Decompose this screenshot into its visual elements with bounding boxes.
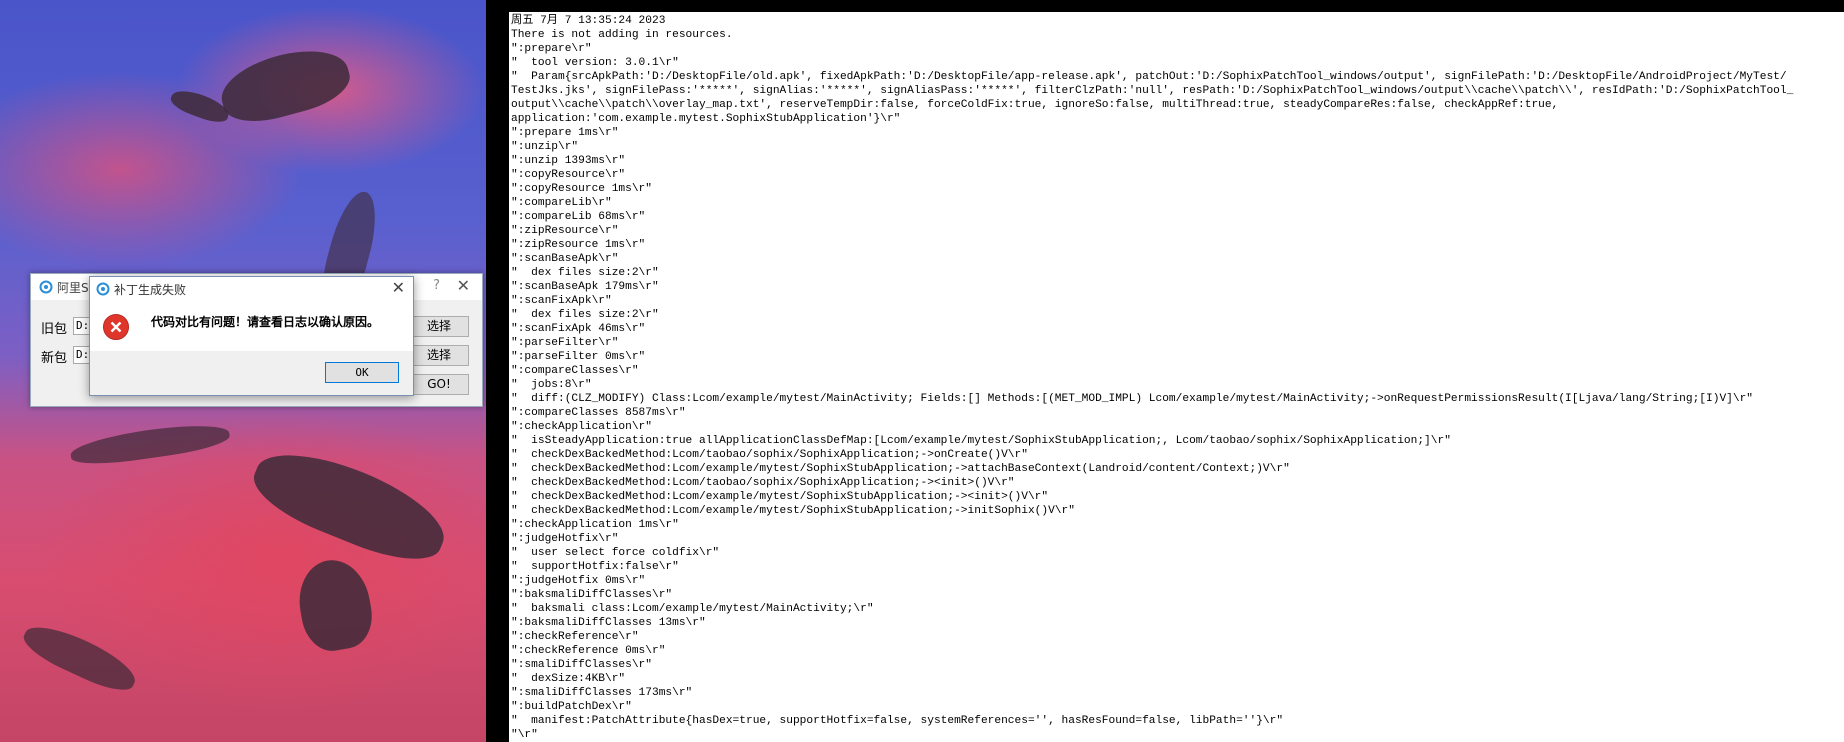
wallpaper-bird [244,435,456,575]
console-line: ":copyResource\r" [511,169,626,181]
console-line: ":parseFilter 0ms\r" [511,351,646,363]
app-icon [39,280,53,294]
console-line: " dexSize:4KB\r" [511,673,626,685]
console-line: ":compareLib\r" [511,197,612,209]
console-line: ":unzip\r" [511,141,579,153]
error-message: 代码对比有问题！请查看日志以确认原因。 [151,315,380,329]
tool-window-title: 阿里S [57,281,89,295]
console-line: ":scanFixApk 46ms\r" [511,323,646,335]
console-line: ":smaliDiffClasses\r" [511,659,652,671]
console-line: "\r" [511,729,538,741]
wallpaper-bird [68,419,232,469]
console-line: There is not adding in resources. [511,29,733,41]
wallpaper-bird [18,616,142,699]
console-line: ":checkApplication\r" [511,421,652,433]
console-line: " checkDexBackedMethod:Lcom/example/myte… [511,505,1075,517]
console-line: " isSteadyApplication:true allApplicatio… [511,435,1451,447]
close-icon[interactable]: ✕ [457,276,470,295]
wallpaper-bird [292,554,378,656]
console-line: " checkDexBackedMethod:Lcom/taobao/sophi… [511,477,1015,489]
ok-button[interactable]: OK [325,362,399,383]
error-dialog-body: 代码对比有问题！请查看日志以确认原因。 [90,301,413,351]
console-line: ":judgeHotfix\r" [511,533,619,545]
console-line: application:'com.example.mytest.SophixSt… [511,113,901,125]
console-line: ":compareClasses\r" [511,365,639,377]
error-dialog-titlebar: 补丁生成失败 ✕ [90,277,413,301]
console-line: ":checkReference 0ms\r" [511,645,666,657]
console-line: " dex files size:2\r" [511,309,659,321]
console-line: ":checkApplication 1ms\r" [511,519,679,531]
select-new-package-button[interactable]: 选择 [409,345,469,366]
console-line: ":baksmaliDiffClasses 13ms\r" [511,617,706,629]
console-line: 周五 7月 7 13:35:24 2023 [511,15,666,27]
console-line: ":scanBaseApk\r" [511,253,619,265]
old-package-label: 旧包 [41,322,68,337]
console-line: " baksmali class:Lcom/example/mytest/Mai… [511,603,874,615]
console-log-text: 周五 7月 7 13:35:24 2023 There is not addin… [509,12,1844,742]
console-line: " checkDexBackedMethod:Lcom/taobao/sophi… [511,449,1028,461]
console-line: ":checkReference\r" [511,631,639,643]
console-line: ":prepare 1ms\r" [511,127,619,139]
close-icon[interactable]: ✕ [392,278,405,297]
error-icon [103,314,129,340]
console-line: ":buildPatchDex\r" [511,701,632,713]
error-dialog: 补丁生成失败 ✕ 代码对比有问题！请查看日志以确认原因。 OK [89,276,414,396]
go-button[interactable]: GO! [409,374,469,395]
console-line: ":scanFixApk\r" [511,295,612,307]
select-old-package-button[interactable]: 选择 [409,316,469,337]
console-line: " checkDexBackedMethod:Lcom/example/myte… [511,491,1049,503]
console-line: " manifest:PatchAttribute{hasDex=true, s… [511,715,1284,727]
wallpaper-bird [214,39,356,131]
new-package-label: 新包 [41,351,68,366]
app-icon [96,282,110,296]
question-icon[interactable]: ? [433,278,440,293]
console-line: " dex files size:2\r" [511,267,659,279]
console-line: ":scanBaseApk 179ms\r" [511,281,659,293]
console-line: ":unzip 1393ms\r" [511,155,626,167]
error-dialog-title: 补丁生成失败 [114,283,187,297]
console-line: ":judgeHotfix 0ms\r" [511,575,646,587]
console-line: TestJks.jks', signFilePass:'*****', sign… [511,85,1794,97]
console-line: ":copyResource 1ms\r" [511,183,652,195]
console-line: " user select force coldfix\r" [511,547,720,559]
console-line: " Param{srcApkPath:'D:/DesktopFile/old.a… [511,71,1787,83]
console-line: ":zipResource\r" [511,225,619,237]
console-line: ":smaliDiffClasses 173ms\r" [511,687,693,699]
console-line: " jobs:8\r" [511,379,592,391]
console-line: " checkDexBackedMethod:Lcom/example/myte… [511,463,1290,475]
console-line: ":parseFilter\r" [511,337,619,349]
console-line: ":compareClasses 8587ms\r" [511,407,686,419]
console-line: " tool version: 3.0.1\r" [511,57,679,69]
console-line: " supportHotfix:false\r" [511,561,679,573]
console-line: ":compareLib 68ms\r" [511,211,646,223]
console-line: ":prepare\r" [511,43,592,55]
console-line: " diff:(CLZ_MODIFY) Class:Lcom/example/m… [511,393,1754,405]
console-line: ":zipResource 1ms\r" [511,239,646,251]
console-output-area[interactable]: 周五 7月 7 13:35:24 2023 There is not addin… [509,12,1844,742]
console-line: output\\cache\\patch\\overlay_map.txt', … [511,99,1559,111]
console-line: ":baksmaliDiffClasses\r" [511,589,673,601]
